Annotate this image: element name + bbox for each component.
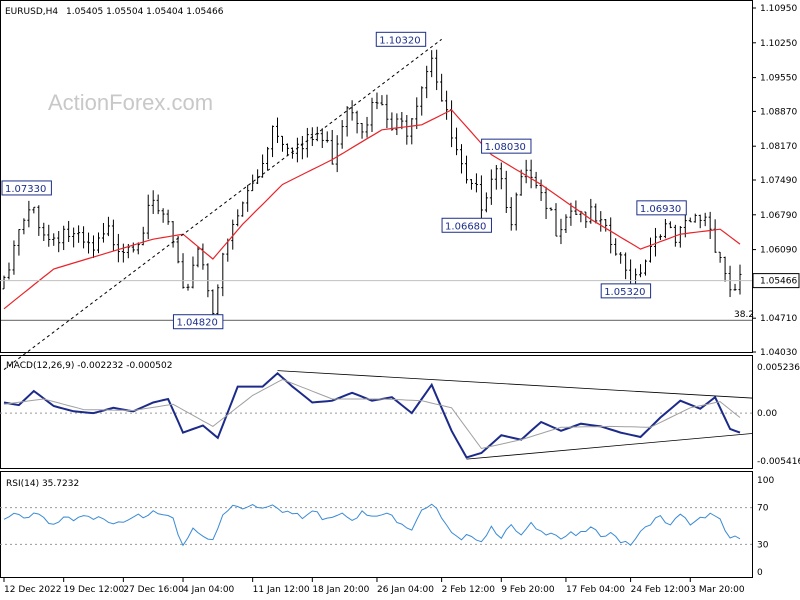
ohlc-readout: 1.05405 1.05504 1.05404 1.05466 [66,7,224,17]
price-annotation-label: 1.04820 [176,318,217,329]
price-annotation-label: 1.10320 [379,35,420,46]
price-annotation-label: 1.05320 [604,287,645,298]
x-tick-label: 17 Feb 04:00 [566,585,625,595]
price-layer: 38.2 1.10320 1.04820 1.06680 1.08030 1.05320 1… [0,31,754,370]
price-tick-label: 1.06790 [760,211,797,221]
price-tick-label: 1.09550 [760,74,797,84]
x-tick-label: 19 Dec 12:00 [64,585,125,595]
x-tick-label: 11 Jan 12:00 [253,585,310,595]
macd-tick-label: 0.005236 [757,363,800,373]
rsi-title: RSI(14) 35.7232 [6,479,79,489]
price-tick-label: 1.10250 [760,39,797,49]
x-tick-label: 4 Jan 04:00 [183,585,235,595]
moving-average-line [3,109,741,310]
macd-layer: MACD(12,26,9) -0.002232 -0.000502 0.00523… [0,361,800,467]
price-tick-label: 1.04710 [760,314,797,324]
watermark: ActionForex.com [48,90,213,115]
price-tick-label: 1.10950 [760,4,797,14]
rsi-line [3,503,741,547]
x-tick-label: 2 Feb 12:00 [442,585,496,595]
price-axis: 1.10950 1.10250 1.09550 1.08870 1.08170 1.074… [0,4,800,358]
rsi-tick-label: 70 [757,504,769,514]
price-tick-label: 1.05466 [760,277,797,287]
price-tick-label: 1.06090 [760,246,797,256]
price-tick-label: 1.04030 [760,348,797,358]
price-annotation-label: 1.08030 [485,142,526,153]
symbol-label: EURUSD,H4 [5,7,58,17]
price-panel-frame [0,0,753,353]
x-tick-label: 12 Dec 2022 [4,585,62,595]
rsi-tick-label: 100 [757,476,774,486]
x-tick-label: 3 Mar 20:00 [690,585,745,595]
x-axis: 12 Dec 2022 19 Dec 12:00 27 Dec 16:00 4 Jan… [3,578,745,595]
price-annotation-label: 1.06930 [640,204,681,215]
rsi-tick-label: 0 [757,568,763,578]
x-tick-label: 9 Feb 20:00 [501,585,555,595]
macd-tick-label: -0.005416 [757,457,800,467]
rsi-tick-label: 30 [757,540,769,550]
price-annotation-label: 1.07330 [5,184,46,195]
macd-title: MACD(12,26,9) -0.002232 -0.000502 [6,361,172,371]
fib-level-label: 38.2 [734,310,754,320]
macd-tick-label: 0.00 [757,409,777,419]
eurusd-chart: ActionForex.com EURUSD,H4 1.05405 1.0550… [0,0,800,595]
price-annotation-label: 1.06680 [445,221,486,232]
price-tick-label: 1.07490 [760,176,797,186]
x-tick-label: 26 Jan 04:00 [377,585,434,595]
price-tick-label: 1.08170 [760,142,797,152]
rsi-panel-frame [0,471,753,578]
macd-signal-line [3,378,741,450]
x-tick-label: 27 Dec 16:00 [123,585,184,595]
x-tick-label: 18 Jan 20:00 [312,585,369,595]
rsi-layer: RSI(14) 35.7232 100 70 30 0 [0,476,774,578]
price-tick-label: 1.08870 [760,107,797,117]
macd-panel-frame [0,355,753,469]
x-tick-label: 24 Feb 12:00 [631,585,690,595]
